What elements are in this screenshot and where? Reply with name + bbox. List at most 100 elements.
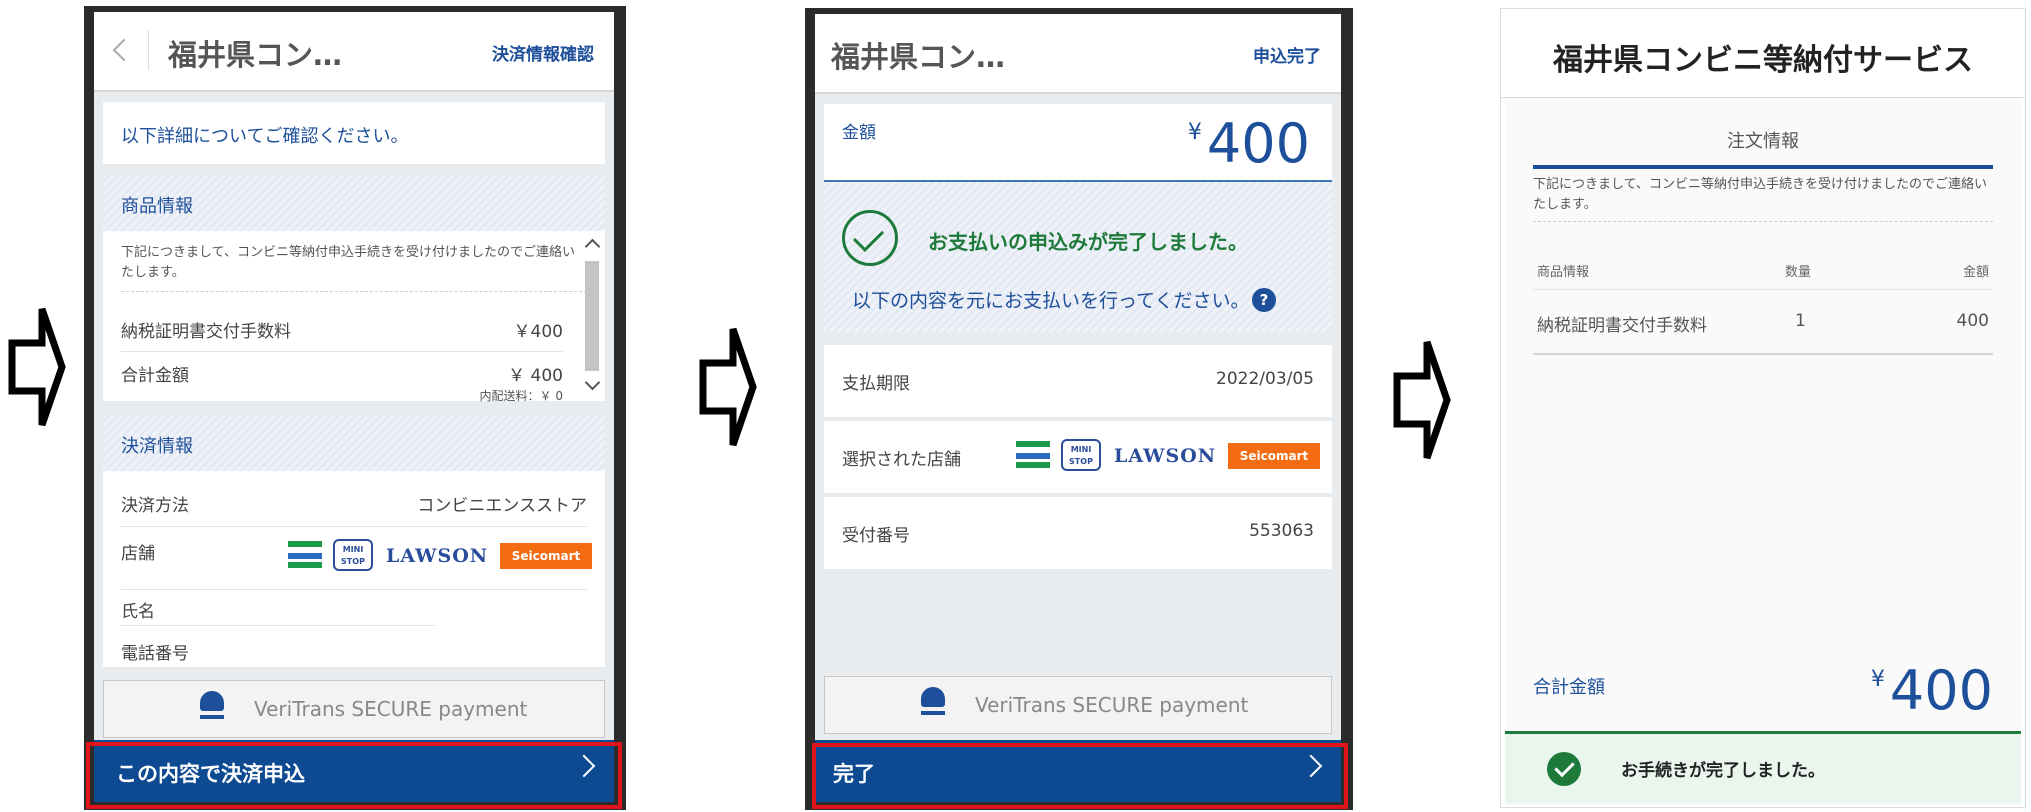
secure-payment-icon xyxy=(200,691,224,727)
help-icon[interactable]: ? xyxy=(1252,288,1276,312)
deadline-value: 2022/03/05 xyxy=(1216,369,1314,389)
lawson-logo: LAWSON xyxy=(386,545,489,567)
phone-frame-complete: 福井県コン… 申込完了 金額 ¥ 400 お支払いの申込みが完了しました。 以下… xyxy=(805,8,1353,810)
header-divider xyxy=(148,30,149,70)
veritrans-badge: VeriTrans SECURE payment xyxy=(824,676,1332,734)
receipt-row: 受付番号 553063 xyxy=(842,521,1314,546)
veritrans-label: VeriTrans SECURE payment xyxy=(975,693,1249,717)
seicomart-logo: Seicomart xyxy=(1228,443,1320,469)
store-card: 選択された店舗 MINI STOP LAWSON Seicomart xyxy=(824,421,1332,493)
highlight-submit xyxy=(86,742,622,809)
completion-banner: お支払いの申込みが完了しました。 以下の内容を元にお支払いを行ってください。 ? xyxy=(824,182,1332,332)
item-row: 納税証明書交付手数料 ￥400 xyxy=(121,317,563,342)
ministop-logo: MINI STOP xyxy=(333,539,373,571)
receipt-value: 553063 xyxy=(1249,521,1314,541)
header: 福井県コン… 申込完了 xyxy=(815,14,1341,94)
notice-text: 下記につきまして、コンビニ等納付申込手続きを受け付けましたのでご連絡いたします。 xyxy=(1533,177,1987,212)
total-value: 400 xyxy=(1889,659,1993,722)
notice-text: 下記につきまして、コンビニ等納付申込手続きを受け付けましたのでご連絡いたします。 xyxy=(121,245,575,280)
familymart-logo xyxy=(1016,441,1050,471)
phone-row: 電話番号 xyxy=(121,639,587,664)
page-title: 福井県コン… xyxy=(831,40,1006,74)
scroll-down-icon[interactable] xyxy=(584,374,601,391)
intro-card: 以下詳細についてご確認ください。 xyxy=(103,102,605,164)
separator xyxy=(121,625,435,626)
receipt-card: 受付番号 553063 xyxy=(824,497,1332,569)
order-info-tab[interactable]: 注文情報 xyxy=(1533,119,1993,169)
item-qty: 1 xyxy=(1795,311,1806,331)
service-page: 福井県コンビニ等納付サービス 注文情報 下記につきまして、コンビニ等納付申込手続… xyxy=(1500,8,2026,808)
store-label: 店舗 xyxy=(121,544,155,564)
header-step-link: 申込完了 xyxy=(1253,47,1321,67)
confirm-screen: 福井県コン… 決済情報確認 以下詳細についてご確認ください。 商品情報 下記につ… xyxy=(94,12,614,802)
dashed-separator xyxy=(1533,221,1993,222)
total-value-group: ¥ 400 xyxy=(1871,659,1993,722)
total-label: 合計金額 xyxy=(121,366,189,386)
scrollbar[interactable] xyxy=(583,237,601,399)
instruction-text: 以下の内容を元にお支払いを行ってください。 xyxy=(852,290,1250,312)
scrollbar-thumb[interactable] xyxy=(585,261,599,371)
separator xyxy=(121,589,587,590)
phone-frame-confirm: 福井県コン… 決済情報確認 以下詳細についてご確認ください。 商品情報 下記につ… xyxy=(84,6,626,810)
store-logos: MINI STOP LAWSON Seicomart xyxy=(288,539,598,575)
secure-payment-icon xyxy=(921,687,945,723)
separator xyxy=(121,526,587,527)
method-value: コンビニエンスストア xyxy=(417,496,587,516)
amount-label: 金額 xyxy=(842,123,876,143)
item-name: 納税証明書交付手数料 xyxy=(121,322,291,342)
name-row: 氏名 xyxy=(121,597,587,622)
intro-text: 以下詳細についてご確認ください。 xyxy=(121,126,409,147)
name-label: 氏名 xyxy=(121,602,155,622)
check-circle-icon xyxy=(842,210,898,266)
payment-section-title: 決済情報 xyxy=(121,436,193,457)
deadline-row: 支払期限 2022/03/05 xyxy=(842,369,1314,394)
product-card: 下記につきまして、コンビニ等納付申込手続きを受け付けましたのでご連絡いたします。… xyxy=(103,231,605,403)
order-info-tab-label: 注文情報 xyxy=(1727,131,1799,152)
veritrans-badge: VeriTrans SECURE payment xyxy=(103,680,605,738)
yen-symbol: ¥ xyxy=(1870,667,1885,692)
highlight-done xyxy=(812,743,1348,809)
deadline-label: 支払期限 xyxy=(842,374,910,394)
separator xyxy=(1533,289,1993,290)
total-label: 合計金額 xyxy=(1533,677,1605,698)
completion-message: お支払いの申込みが完了しました。 xyxy=(928,230,1248,254)
seicomart-logo: Seicomart xyxy=(500,543,592,569)
scroll-up-icon[interactable] xyxy=(584,238,601,255)
product-section-header: 商品情報 xyxy=(103,175,605,231)
veritrans-label: VeriTrans SECURE payment xyxy=(254,697,528,721)
complete-screen: 福井県コン… 申込完了 金額 ¥ 400 お支払いの申込みが完了しました。 以下… xyxy=(815,14,1341,802)
col-header-amount: 金額 xyxy=(1962,265,1989,280)
store-logos: MINI STOP LAWSON Seicomart xyxy=(1016,439,1326,475)
col-header-item: 商品情報 xyxy=(1537,265,1590,280)
total-value: ￥ 400 xyxy=(508,366,563,386)
product-section-title: 商品情報 xyxy=(121,196,193,217)
yen-symbol: ¥ xyxy=(1187,120,1202,145)
service-header: 福井県コンビニ等納付サービス xyxy=(1501,9,2025,98)
step-arrow-1 xyxy=(8,305,66,429)
phone-label: 電話番号 xyxy=(121,644,189,664)
separator xyxy=(121,351,563,352)
completion-message: お手続きが完了しました。 xyxy=(1621,761,1825,781)
familymart-logo xyxy=(288,541,322,571)
payment-section-header: 決済情報 xyxy=(103,415,605,471)
back-chevron-icon[interactable] xyxy=(112,38,136,62)
store-label: 選択された店舗 xyxy=(842,450,961,470)
amount-card: 金額 ¥ 400 xyxy=(824,104,1332,182)
method-label: 決済方法 xyxy=(121,496,189,516)
payment-card: 決済方法 コンビニエンスストア 店舗 MINI STOP LAWSON Seico… xyxy=(103,471,605,667)
col-header-qty: 数量 xyxy=(1785,265,1812,280)
item-price: ￥400 xyxy=(513,322,563,342)
ministop-logo: MINI STOP xyxy=(1061,439,1101,471)
check-circle-icon xyxy=(1547,752,1581,786)
step-arrow-3 xyxy=(1393,338,1451,462)
header-step-link[interactable]: 決済情報確認 xyxy=(492,40,594,65)
separator xyxy=(1533,353,1993,355)
amount-value-group: ¥ 400 xyxy=(1188,112,1310,175)
completion-bar: お手続きが完了しました。 xyxy=(1505,731,2021,804)
dashed-separator xyxy=(121,291,587,292)
item-name: 納税証明書交付手数料 xyxy=(1537,316,1707,336)
amount-value: 400 xyxy=(1206,112,1310,175)
header: 福井県コン… 決済情報確認 xyxy=(94,12,614,92)
step-arrow-2 xyxy=(699,325,757,449)
item-amount: 400 xyxy=(1956,311,1989,331)
